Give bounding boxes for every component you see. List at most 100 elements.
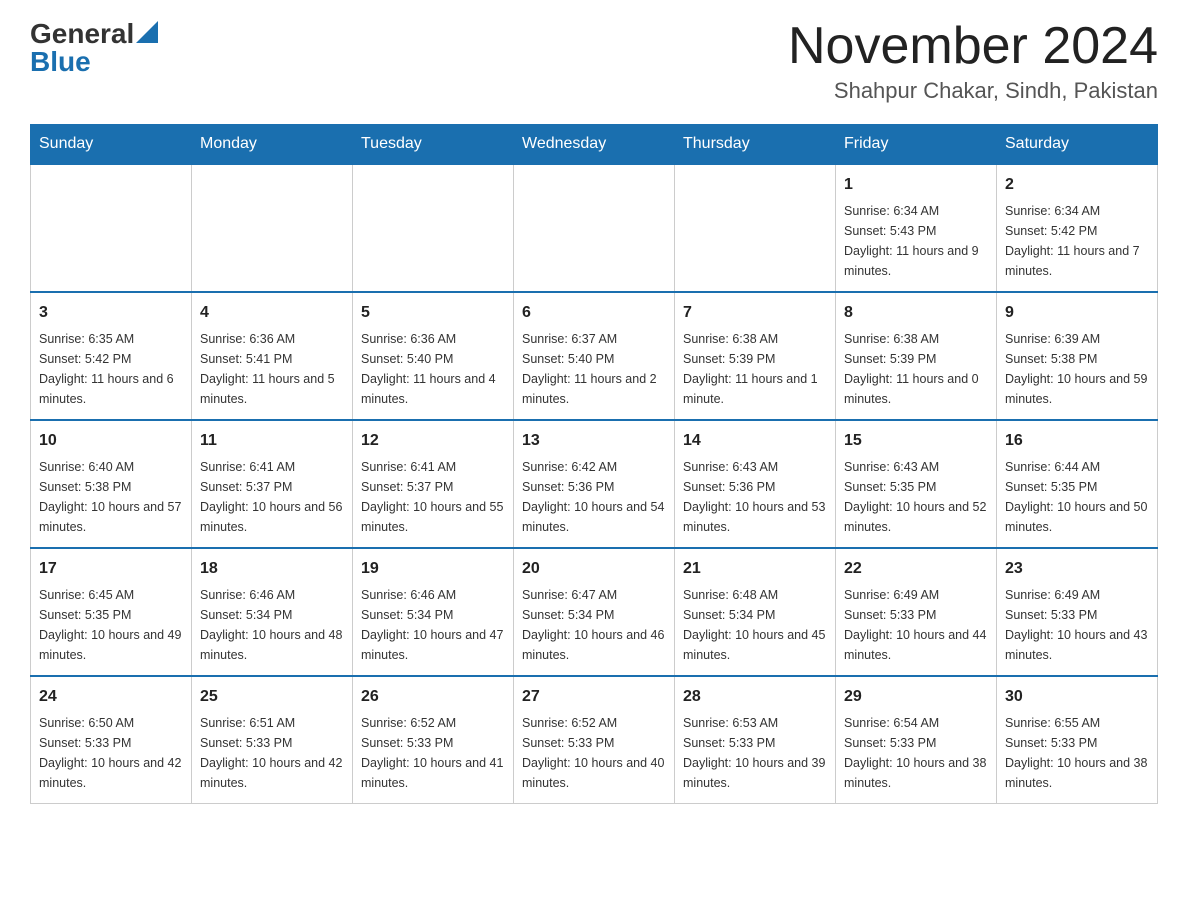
day-number: 3 — [39, 301, 183, 325]
calendar-day-cell: 8Sunrise: 6:38 AMSunset: 5:39 PMDaylight… — [836, 292, 997, 420]
calendar-day-cell — [514, 164, 675, 292]
day-info: Sunrise: 6:46 AMSunset: 5:34 PMDaylight:… — [200, 585, 344, 665]
calendar-day-cell: 10 Sunrise: 6:40 AMSunset: 5:38 PMDayligh… — [31, 420, 192, 548]
calendar-table: SundayMondayTuesdayWednesdayThursdayFrid… — [30, 124, 1158, 804]
day-number: 17 — [39, 557, 183, 581]
day-info: Sunrise: 6:34 AMSunset: 5:43 PMDaylight:… — [844, 201, 988, 281]
calendar-week-row: 1 Sunrise: 6:34 AMSunset: 5:43 PMDaylight… — [31, 164, 1158, 292]
calendar-day-cell: 11 Sunrise: 6:41 AMSunset: 5:37 PMDayligh… — [192, 420, 353, 548]
calendar-day-cell: 2 Sunrise: 6:34 AMSunset: 5:42 PMDaylight… — [997, 164, 1158, 292]
day-number: 6 — [522, 301, 666, 325]
calendar-day-cell: 24 Sunrise: 6:50 AMSunset: 5:33 PMDayligh… — [31, 676, 192, 804]
calendar-day-cell: 9Sunrise: 6:39 AMSunset: 5:38 PMDaylight… — [997, 292, 1158, 420]
day-info: Sunrise: 6:49 AMSunset: 5:33 PMDaylight:… — [1005, 585, 1149, 665]
day-info: Sunrise: 6:38 AMSunset: 5:39 PMDaylight:… — [683, 329, 827, 409]
day-info: Sunrise: 6:52 AMSunset: 5:33 PMDaylight:… — [522, 713, 666, 793]
day-number: 10 — [39, 429, 183, 453]
calendar-day-cell: 22Sunrise: 6:49 AMSunset: 5:33 PMDayligh… — [836, 548, 997, 676]
day-number: 13 — [522, 429, 666, 453]
day-info: Sunrise: 6:49 AMSunset: 5:33 PMDaylight:… — [844, 585, 988, 665]
day-of-week-header: Friday — [836, 125, 997, 165]
calendar-header-row: SundayMondayTuesdayWednesdayThursdayFrid… — [31, 125, 1158, 165]
title-block: November 2024 Shahpur Chakar, Sindh, Pak… — [788, 20, 1158, 104]
day-number: 8 — [844, 301, 988, 325]
calendar-day-cell: 26 Sunrise: 6:52 AMSunset: 5:33 PMDayligh… — [353, 676, 514, 804]
calendar-day-cell: 18Sunrise: 6:46 AMSunset: 5:34 PMDayligh… — [192, 548, 353, 676]
day-info: Sunrise: 6:48 AMSunset: 5:34 PMDaylight:… — [683, 585, 827, 665]
day-of-week-header: Wednesday — [514, 125, 675, 165]
day-number: 25 — [200, 685, 344, 709]
day-info: Sunrise: 6:52 AMSunset: 5:33 PMDaylight:… — [361, 713, 505, 793]
calendar-day-cell: 4 Sunrise: 6:36 AMSunset: 5:41 PMDaylight… — [192, 292, 353, 420]
calendar-day-cell: 23 Sunrise: 6:49 AMSunset: 5:33 PMDayligh… — [997, 548, 1158, 676]
calendar-day-cell: 25 Sunrise: 6:51 AMSunset: 5:33 PMDayligh… — [192, 676, 353, 804]
calendar-day-cell: 13Sunrise: 6:42 AMSunset: 5:36 PMDayligh… — [514, 420, 675, 548]
day-info: Sunrise: 6:41 AMSunset: 5:37 PMDaylight:… — [200, 457, 344, 537]
calendar-day-cell: 21 Sunrise: 6:48 AMSunset: 5:34 PMDayligh… — [675, 548, 836, 676]
day-info: Sunrise: 6:40 AMSunset: 5:38 PMDaylight:… — [39, 457, 183, 537]
calendar-day-cell: 19 Sunrise: 6:46 AMSunset: 5:34 PMDayligh… — [353, 548, 514, 676]
day-number: 12 — [361, 429, 505, 453]
day-of-week-header: Monday — [192, 125, 353, 165]
day-info: Sunrise: 6:50 AMSunset: 5:33 PMDaylight:… — [39, 713, 183, 793]
day-info: Sunrise: 6:35 AMSunset: 5:42 PMDaylight:… — [39, 329, 183, 409]
day-number: 11 — [200, 429, 344, 453]
calendar-day-cell — [675, 164, 836, 292]
day-of-week-header: Sunday — [31, 125, 192, 165]
day-info: Sunrise: 6:45 AMSunset: 5:35 PMDaylight:… — [39, 585, 183, 665]
day-number: 19 — [361, 557, 505, 581]
calendar-day-cell: 17 Sunrise: 6:45 AMSunset: 5:35 PMDayligh… — [31, 548, 192, 676]
page-header: General Blue November 2024 Shahpur Chaka… — [30, 20, 1158, 104]
day-info: Sunrise: 6:36 AMSunset: 5:41 PMDaylight:… — [200, 329, 344, 409]
logo: General Blue — [30, 20, 158, 76]
day-number: 7 — [683, 301, 827, 325]
day-number: 29 — [844, 685, 988, 709]
calendar-week-row: 3 Sunrise: 6:35 AMSunset: 5:42 PMDaylight… — [31, 292, 1158, 420]
day-info: Sunrise: 6:55 AMSunset: 5:33 PMDaylight:… — [1005, 713, 1149, 793]
day-info: Sunrise: 6:51 AMSunset: 5:33 PMDaylight:… — [200, 713, 344, 793]
calendar-day-cell — [192, 164, 353, 292]
calendar-day-cell: 15 Sunrise: 6:43 AMSunset: 5:35 PMDayligh… — [836, 420, 997, 548]
calendar-day-cell: 5 Sunrise: 6:36 AMSunset: 5:40 PMDaylight… — [353, 292, 514, 420]
logo-general-text: General — [30, 20, 134, 48]
day-number: 26 — [361, 685, 505, 709]
day-number: 14 — [683, 429, 827, 453]
day-number: 1 — [844, 173, 988, 197]
calendar-day-cell: 1 Sunrise: 6:34 AMSunset: 5:43 PMDaylight… — [836, 164, 997, 292]
day-number: 4 — [200, 301, 344, 325]
calendar-day-cell: 6 Sunrise: 6:37 AMSunset: 5:40 PMDaylight… — [514, 292, 675, 420]
calendar-location: Shahpur Chakar, Sindh, Pakistan — [788, 78, 1158, 104]
calendar-day-cell: 12 Sunrise: 6:41 AMSunset: 5:37 PMDayligh… — [353, 420, 514, 548]
calendar-week-row: 17 Sunrise: 6:45 AMSunset: 5:35 PMDayligh… — [31, 548, 1158, 676]
day-info: Sunrise: 6:41 AMSunset: 5:37 PMDaylight:… — [361, 457, 505, 537]
day-info: Sunrise: 6:43 AMSunset: 5:35 PMDaylight:… — [844, 457, 988, 537]
day-info: Sunrise: 6:46 AMSunset: 5:34 PMDaylight:… — [361, 585, 505, 665]
day-number: 15 — [844, 429, 988, 453]
calendar-day-cell: 16Sunrise: 6:44 AMSunset: 5:35 PMDayligh… — [997, 420, 1158, 548]
calendar-day-cell: 29Sunrise: 6:54 AMSunset: 5:33 PMDayligh… — [836, 676, 997, 804]
logo-blue-text: Blue — [30, 48, 91, 76]
day-number: 28 — [683, 685, 827, 709]
calendar-day-cell: 20Sunrise: 6:47 AMSunset: 5:34 PMDayligh… — [514, 548, 675, 676]
day-number: 27 — [522, 685, 666, 709]
calendar-day-cell: 27 Sunrise: 6:52 AMSunset: 5:33 PMDayligh… — [514, 676, 675, 804]
day-info: Sunrise: 6:34 AMSunset: 5:42 PMDaylight:… — [1005, 201, 1149, 281]
day-info: Sunrise: 6:47 AMSunset: 5:34 PMDaylight:… — [522, 585, 666, 665]
day-info: Sunrise: 6:43 AMSunset: 5:36 PMDaylight:… — [683, 457, 827, 537]
calendar-title: November 2024 — [788, 20, 1158, 72]
day-number: 24 — [39, 685, 183, 709]
calendar-day-cell — [353, 164, 514, 292]
day-number: 21 — [683, 557, 827, 581]
calendar-day-cell: 30Sunrise: 6:55 AMSunset: 5:33 PMDayligh… — [997, 676, 1158, 804]
day-number: 5 — [361, 301, 505, 325]
calendar-week-row: 24 Sunrise: 6:50 AMSunset: 5:33 PMDayligh… — [31, 676, 1158, 804]
calendar-week-row: 10 Sunrise: 6:40 AMSunset: 5:38 PMDayligh… — [31, 420, 1158, 548]
calendar-day-cell: 3 Sunrise: 6:35 AMSunset: 5:42 PMDaylight… — [31, 292, 192, 420]
day-number: 23 — [1005, 557, 1149, 581]
day-info: Sunrise: 6:36 AMSunset: 5:40 PMDaylight:… — [361, 329, 505, 409]
day-info: Sunrise: 6:37 AMSunset: 5:40 PMDaylight:… — [522, 329, 666, 409]
day-number: 2 — [1005, 173, 1149, 197]
day-number: 9 — [1005, 301, 1149, 325]
day-info: Sunrise: 6:44 AMSunset: 5:35 PMDaylight:… — [1005, 457, 1149, 537]
day-of-week-header: Tuesday — [353, 125, 514, 165]
